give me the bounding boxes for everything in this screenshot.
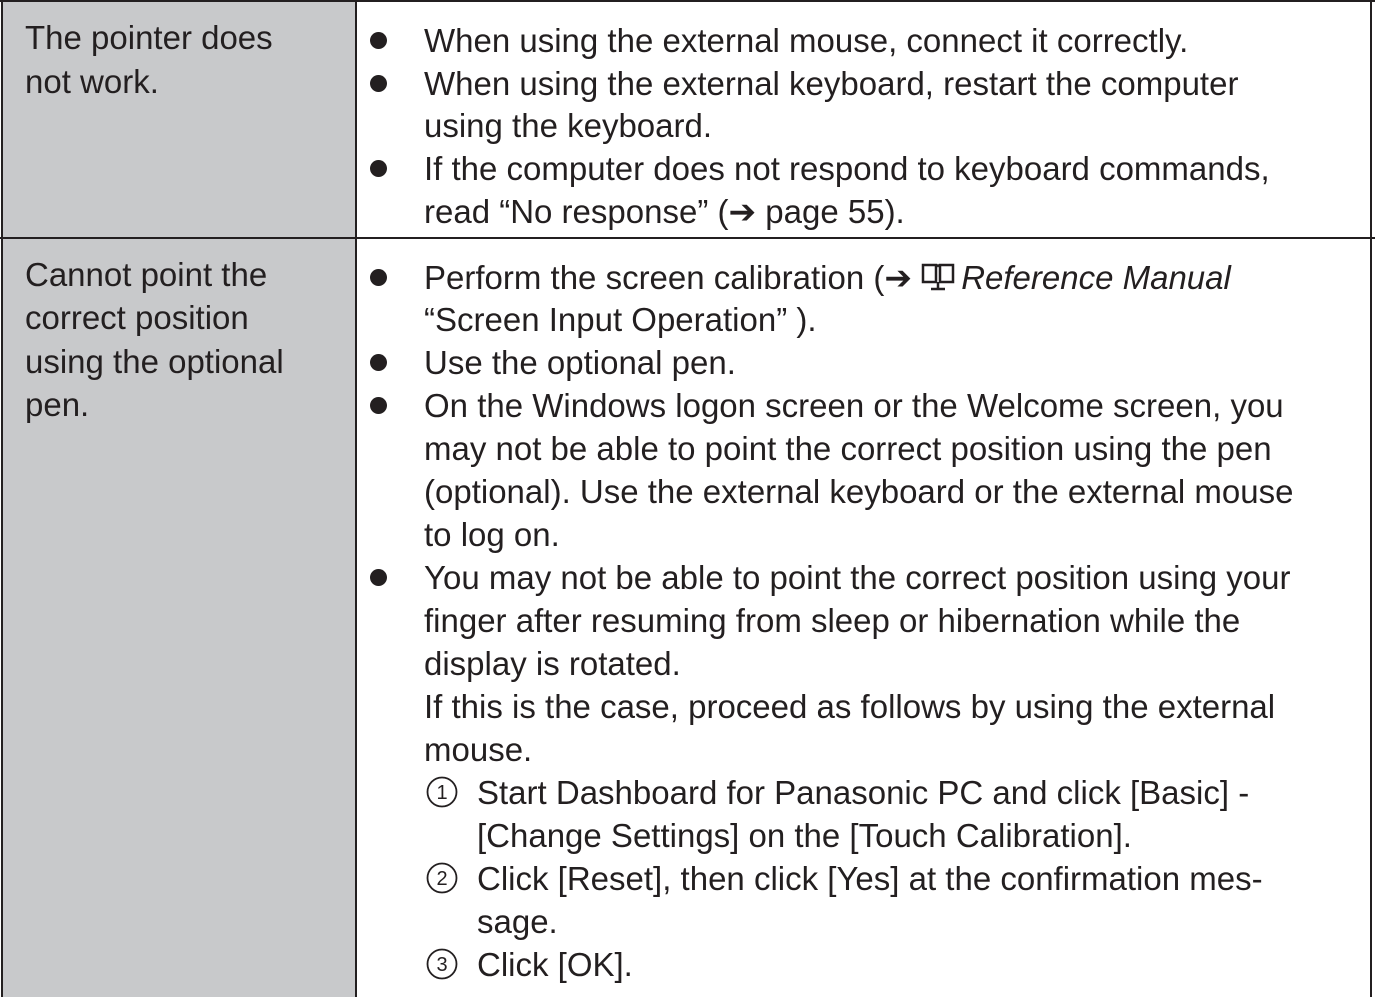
table-border [1370,239,1372,997]
step-number: 2 [436,868,447,890]
step-number-icon: 3 [426,948,458,980]
solution-line: When using the external keyboard, restar… [424,65,1239,102]
table-row: The pointer does not work. When using th… [0,0,1375,239]
solution-line: may not be able to point the correct pos… [424,430,1272,467]
solution-line: “Screen Input Operation” ). [424,301,817,338]
solution-line: When using the external mouse, connect i… [424,22,1189,59]
bullet-icon [370,397,387,414]
step-line: Start Dashboard for Panasonic PC and cli… [477,774,1250,811]
step-line: Click [Reset], then click [Yes] at the c… [477,860,1263,897]
solution-line: mouse. [424,731,533,768]
symptom-cell: Cannot point the correct position using … [1,239,357,997]
solution-line: read “No response” (➔ page 55). [424,193,905,230]
solution-line: If the computer does not respond to keyb… [424,150,1270,187]
bullet-icon [370,160,387,177]
solution-line: to log on. [424,516,560,553]
symptom-line: not work. [25,63,159,100]
solution-line: (optional). Use the external keyboard or… [424,473,1294,510]
step-number: 3 [436,954,447,976]
step-number-icon: 1 [426,776,458,808]
step-line: sage. [477,903,558,940]
symptom-line: correct position [25,299,249,336]
symptom-line: using the optional [25,343,284,380]
bullet-icon [370,354,387,371]
solution-line: using the keyboard. [424,107,713,144]
bullet-icon [370,75,387,92]
bullet-icon [370,269,387,286]
step-line: Click [OK]. [477,946,633,983]
solution-line: Use the optional pen. [424,344,736,381]
solution-line: display is rotated. [424,645,681,682]
symptom-line: The pointer does [25,19,273,56]
step-line: [Change Settings] on the [Touch Calibrat… [477,817,1132,854]
solution-line: On the Windows logon screen or the Welco… [424,387,1284,424]
calibration-prefix: Perform the screen calibration (➔ [424,259,922,296]
reference-manual-icon [921,263,955,291]
troubleshooting-table: The pointer does not work. When using th… [0,0,1375,997]
bullet-icon [370,32,387,49]
reference-manual-title: Reference Manual [961,259,1231,296]
solution-line: You may not be able to point the correct… [424,559,1291,596]
solution-line: If this is the case, proceed as follows … [424,688,1276,725]
symptom-line: pen. [25,386,90,423]
calibration-line: Perform the screen calibration (➔ Refere… [424,256,1231,300]
table-row: Cannot point the correct position using … [0,237,1375,997]
symptom-cell: The pointer does not work. [1,2,357,239]
table-border [1370,2,1372,239]
bullet-icon [370,569,387,586]
step-number: 1 [436,782,447,804]
symptom-line: Cannot point the [25,256,268,293]
solution-line: finger after resuming from sleep or hibe… [424,602,1241,639]
step-number-icon: 2 [426,862,458,894]
